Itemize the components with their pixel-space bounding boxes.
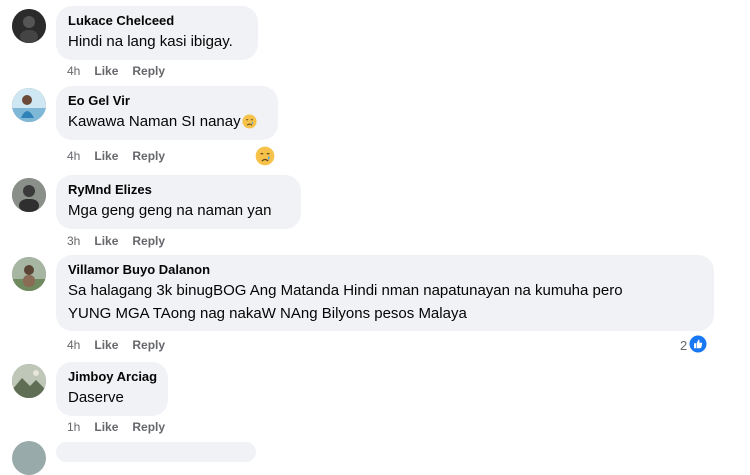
avatar[interactable] bbox=[12, 9, 46, 43]
comment-time[interactable]: 4h bbox=[67, 337, 80, 353]
reply-button[interactable]: Reply bbox=[132, 419, 165, 435]
comment-text: Daserve bbox=[68, 389, 124, 406]
comment-text-content: Kawawa Naman SI nanay bbox=[68, 113, 241, 130]
commenter-name[interactable]: Jimboy Arciag bbox=[68, 369, 157, 385]
reply-button[interactable]: Reply bbox=[132, 233, 165, 249]
comment-text-line: YUNG MGA TAong nag nakaW NAng Bilyons pe… bbox=[68, 305, 467, 322]
avatar[interactable] bbox=[12, 257, 46, 291]
comment-time[interactable]: 1h bbox=[67, 419, 80, 435]
comment-text: Kawawa Naman SI nanay bbox=[68, 112, 266, 135]
comment-text: Mga geng geng na naman yan bbox=[68, 202, 272, 219]
comment-time[interactable]: 4h bbox=[67, 148, 80, 164]
commenter-name[interactable]: Eo Gel Vir bbox=[68, 93, 266, 109]
like-reaction-icon bbox=[689, 335, 707, 357]
like-button[interactable]: Like bbox=[94, 63, 118, 79]
comment-actions: 4h Like Reply bbox=[67, 63, 179, 79]
comment-actions: 1h Like Reply bbox=[67, 419, 179, 435]
commenter-name[interactable]: Villamor Buyo Dalanon bbox=[68, 262, 702, 278]
avatar-dark-icon bbox=[12, 9, 46, 43]
avatar[interactable] bbox=[12, 441, 46, 475]
commenter-name[interactable]: Lukace Chelceed bbox=[68, 13, 246, 29]
like-button[interactable]: Like bbox=[94, 419, 118, 435]
commenter-name[interactable]: RyMnd Elizes bbox=[68, 182, 289, 198]
comment-bubble: Villamor Buyo Dalanon Sa halagang 3k bin… bbox=[56, 255, 714, 331]
comment-actions: 3h Like Reply bbox=[67, 233, 179, 249]
comment-time[interactable]: 4h bbox=[67, 63, 80, 79]
comment-bubble: Jimboy Arciag Daserve bbox=[56, 362, 168, 416]
avatar-outdoor-icon bbox=[12, 257, 46, 291]
reaction-count: 2 bbox=[680, 338, 688, 353]
avatar[interactable] bbox=[12, 88, 46, 122]
comment-bubble: Eo Gel Vir Kawawa Naman SI nanay bbox=[56, 86, 278, 140]
reaction-summary[interactable]: 2 bbox=[680, 335, 707, 357]
like-button[interactable]: Like bbox=[94, 337, 118, 353]
comment-bubble bbox=[56, 442, 256, 462]
avatar-landscape-icon bbox=[12, 364, 46, 398]
like-button[interactable]: Like bbox=[94, 233, 118, 249]
comment-text: Hindi na lang kasi ibigay. bbox=[68, 33, 233, 50]
reply-button[interactable]: Reply bbox=[132, 63, 165, 79]
avatar-portrait-icon bbox=[12, 178, 46, 212]
like-button[interactable]: Like bbox=[94, 148, 118, 164]
comment-actions: 4h Like Reply bbox=[67, 337, 179, 353]
comment-time[interactable]: 3h bbox=[67, 233, 80, 249]
crying-face-icon bbox=[242, 114, 257, 135]
comment-actions: 4h Like Reply bbox=[67, 148, 179, 164]
avatar-beach-icon bbox=[12, 88, 46, 122]
comment-text-line: Sa halagang 3k binugBOG Ang Matanda Hind… bbox=[68, 282, 623, 299]
crying-face-reaction-icon[interactable] bbox=[255, 146, 275, 171]
avatar[interactable] bbox=[12, 364, 46, 398]
comment-bubble: Lukace Chelceed Hindi na lang kasi ibiga… bbox=[56, 6, 258, 60]
comment-bubble: RyMnd Elizes Mga geng geng na naman yan bbox=[56, 175, 301, 229]
reply-button[interactable]: Reply bbox=[132, 148, 165, 164]
avatar[interactable] bbox=[12, 178, 46, 212]
reply-button[interactable]: Reply bbox=[132, 337, 165, 353]
